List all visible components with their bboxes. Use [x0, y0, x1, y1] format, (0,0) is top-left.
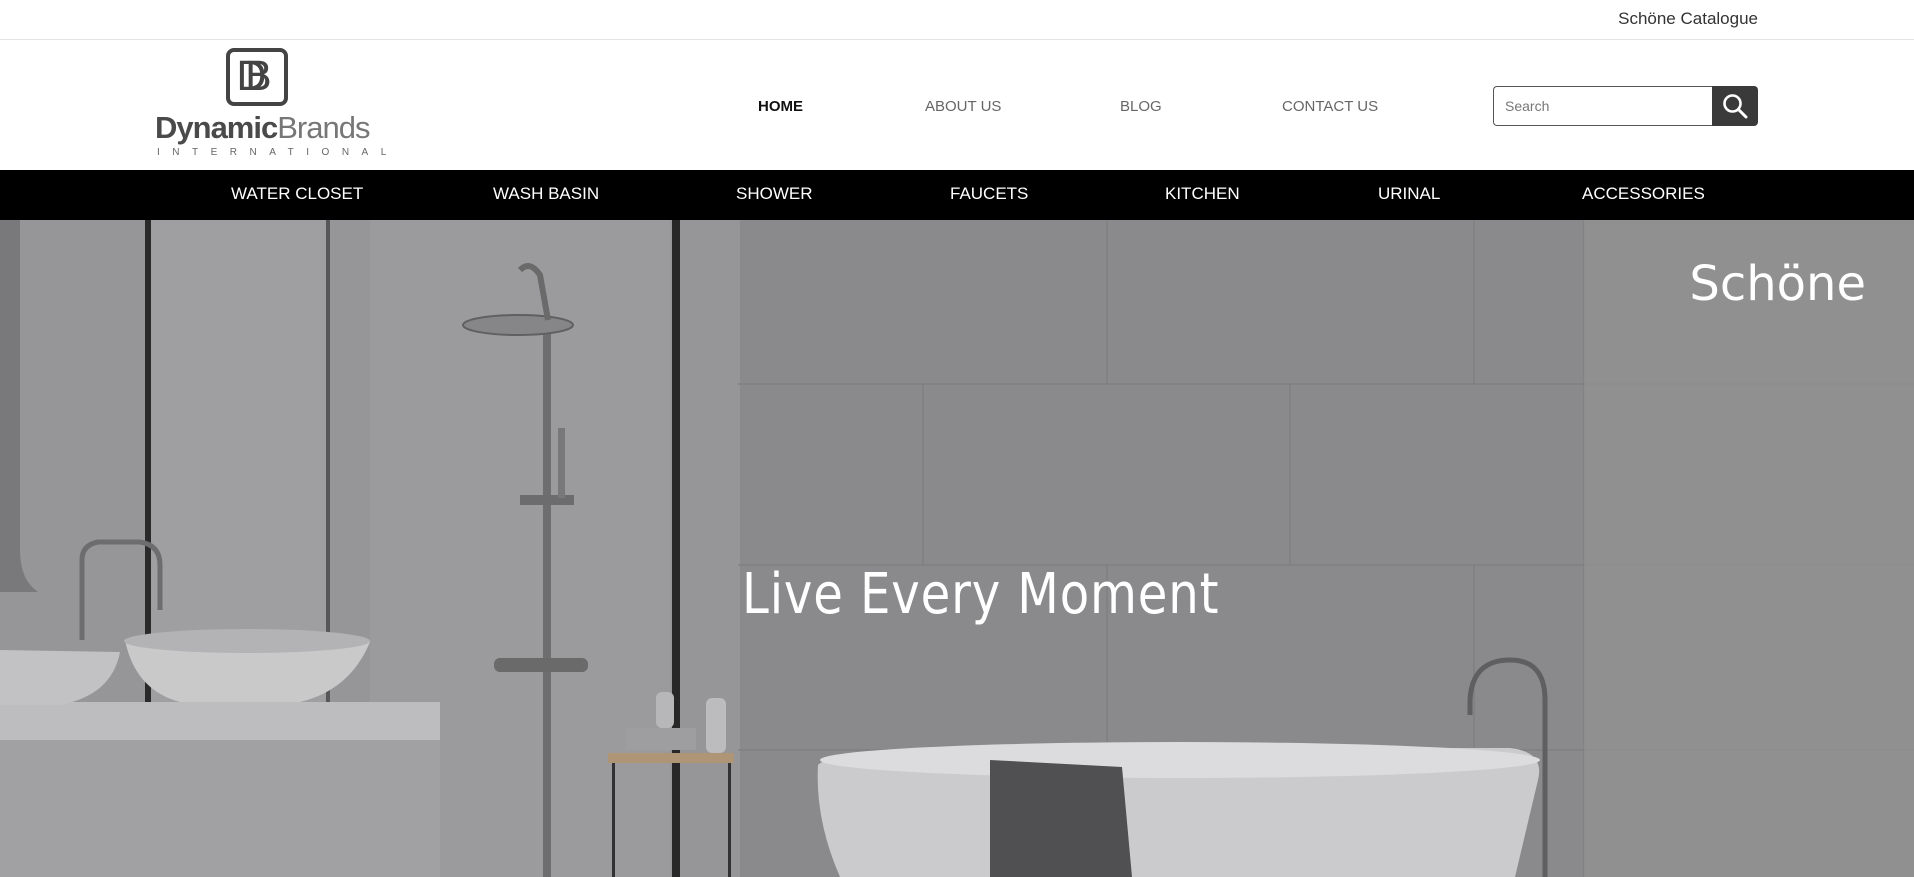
search-box	[1493, 86, 1758, 126]
category-kitchen[interactable]: KITCHEN	[1165, 184, 1240, 204]
category-water-closet[interactable]: WATER CLOSET	[231, 184, 363, 204]
logo-wordmark: DynamicBrands	[155, 110, 370, 145]
category-wash-basin[interactable]: WASH BASIN	[493, 184, 599, 204]
brand-logo[interactable]: DB DynamicBrands INTERNATIONAL	[155, 48, 399, 160]
nav-item-blog[interactable]: BLOG	[1120, 98, 1162, 115]
logo-word-bold: Dynamic	[155, 110, 278, 145]
hero-bathroom-image	[0, 220, 1914, 877]
nav-item-about-us[interactable]: ABOUT US	[925, 98, 1001, 115]
category-bar: WATER CLOSET WASH BASIN SHOWER FAUCETS K…	[0, 170, 1914, 220]
search-icon	[1723, 94, 1748, 119]
catalogue-link[interactable]: Schöne Catalogue	[1618, 9, 1758, 29]
search-button[interactable]	[1712, 86, 1758, 126]
hero-brand-name: Schöne	[1689, 256, 1866, 312]
logo-tagline: INTERNATIONAL	[157, 147, 399, 158]
hero-banner: Schöne Live Every Moment	[0, 220, 1914, 877]
category-shower[interactable]: SHOWER	[736, 184, 813, 204]
logo-mark: DB	[226, 48, 288, 106]
logo-word-light: Brands	[277, 110, 370, 145]
site-header: DB DynamicBrands INTERNATIONAL HOME ABOU…	[0, 40, 1914, 170]
category-accessories[interactable]: ACCESSORIES	[1582, 184, 1705, 204]
category-urinal[interactable]: URINAL	[1378, 184, 1440, 204]
hero-headline: Live Every Moment	[742, 562, 1220, 627]
nav-item-home[interactable]: HOME	[758, 98, 803, 115]
category-faucets[interactable]: FAUCETS	[950, 184, 1028, 204]
logo-monogram: DB	[236, 54, 273, 100]
nav-item-contact-us[interactable]: CONTACT US	[1282, 98, 1378, 115]
search-input[interactable]	[1493, 86, 1713, 126]
top-bar: Schöne Catalogue	[0, 0, 1914, 40]
